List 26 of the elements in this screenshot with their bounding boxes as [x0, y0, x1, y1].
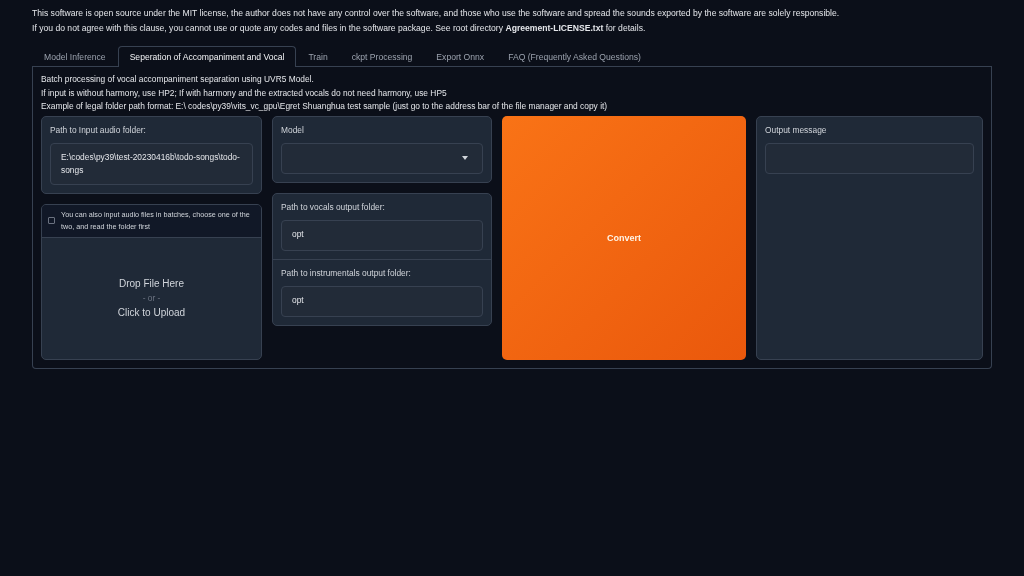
model-dropdown[interactable]: [281, 142, 483, 174]
upload-link[interactable]: Click to Upload: [117, 307, 186, 318]
license-notice: If you do not agree with this clause, you cannot use or quote any codes and files in the software package. See root directory Agreement-LICENSE.txt for details.: [32, 22, 647, 35]
tab[interactable]: Model Inference: [32, 46, 118, 67]
caret-icon: [462, 156, 468, 160]
field-label: Model: [281, 124, 305, 135]
field-label: Path to vocals output folder:: [281, 201, 386, 212]
field-label: Path to instrumentals output folder:: [281, 267, 412, 278]
tab[interactable]: Train: [296, 46, 340, 67]
field-label: Output message: [765, 124, 828, 135]
instrumentals-folder-field[interactable]: opt: [281, 285, 483, 317]
input-folder-field[interactable]: E:\codes\py39\test-20230416b\todo-songs\todo-songs: [50, 142, 253, 185]
description-text: Batch processing of vocal accompaniment separation using UVR5 Model.: [41, 73, 315, 86]
tab[interactable]: Seperation of Accompaniment and Vocal: [117, 46, 297, 67]
description-text: Example of legal folder path format: E:\ codes\py39\vits_vc_gpu\Egret Shuanghua test sample (just go to the address bar of the file manager and copy it): [41, 100, 609, 113]
tab[interactable]: FAQ (Frequently Asked Questions): [496, 46, 653, 67]
field-label: Path to Input audio folder:: [50, 124, 147, 135]
tab[interactable]: Export Onnx: [424, 46, 497, 67]
drop-text: Drop File Here: [119, 278, 184, 289]
vocals-folder-field[interactable]: opt: [281, 219, 483, 251]
license-notice: This software is open source under the MIT license, the author does not have any control over the software, and those who use the software and spread the sounds exported by the software are solely responsible.: [32, 7, 841, 20]
tab[interactable]: ckpt Processing: [339, 46, 425, 67]
output-message-field[interactable]: [765, 142, 974, 174]
description-text: If input is without harmony, use HP2; If with harmony and the extracted vocals do not need harmony, use HP5: [41, 86, 448, 100]
or-text: - or -: [142, 293, 161, 303]
checkbox[interactable]: [48, 217, 55, 224]
